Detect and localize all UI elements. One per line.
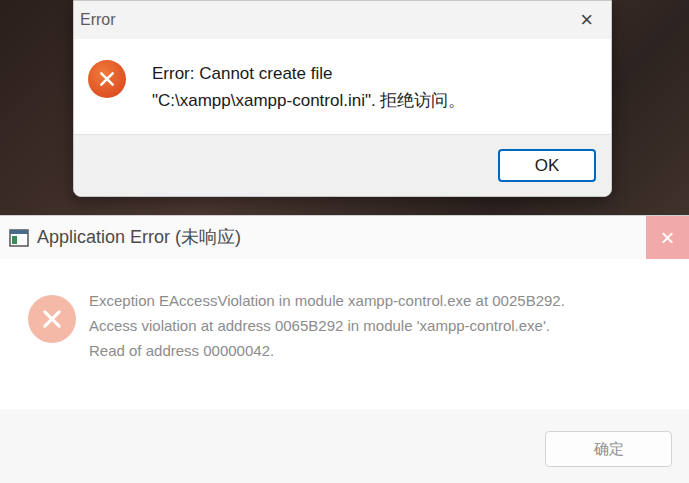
dialog-content: Error: Cannot create file"C:\xampp\xampp… [74,39,611,134]
application-error-dialog: Application Error (未响应) × Exception EAcces… [0,215,689,483]
message-line: Read of address 00000042. [89,338,565,363]
confirm-button[interactable]: 确定 [545,431,672,467]
error-x-icon [88,60,126,98]
message-line: Access violation at address 0065B292 in … [89,313,565,338]
dialog-content: Exception EAccessViolation in module xam… [0,259,689,409]
message-line: "C:\xampp\xampp-control.ini". 拒绝访问。 [152,87,465,114]
close-button[interactable]: × [646,216,689,259]
ok-button[interactable]: OK [498,149,596,182]
dialog-title: Application Error (未响应) [37,224,241,251]
desktop-background: Error × Error: Cannot create file"C:\xampp… [0,0,689,483]
error-icon [88,60,126,98]
error-dialog: Error × Error: Cannot create file"C:\xampp… [73,0,612,197]
message-line: Error: Cannot create file [152,60,465,87]
error-message: Exception EAccessViolation in module xam… [89,288,565,363]
title-bar: Application Error (未响应) × [0,216,689,259]
error-x-icon [28,295,76,343]
title-bar: Error × [74,1,611,39]
error-icon [28,295,76,343]
application-icon [9,229,29,247]
dialog-footer: 确定 [0,409,689,483]
error-message: Error: Cannot create file"C:\xampp\xampp… [152,60,465,114]
dialog-footer: OK [74,134,611,196]
message-line: Exception EAccessViolation in module xam… [89,288,565,313]
close-button[interactable]: × [576,9,597,31]
dialog-title: Error [80,8,116,32]
